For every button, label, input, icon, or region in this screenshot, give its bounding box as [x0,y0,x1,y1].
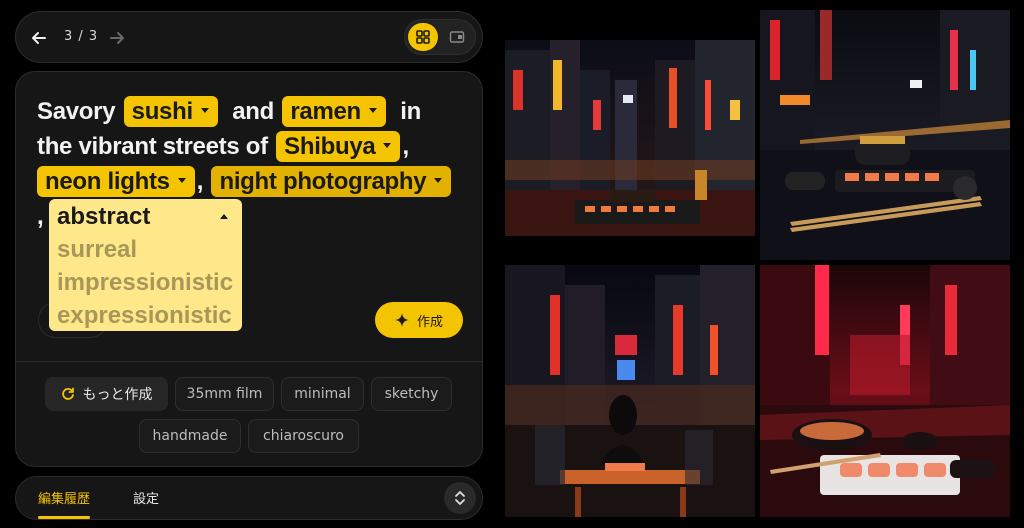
tab-settings[interactable]: 設定 [133,488,159,507]
generated-image-1[interactable] [505,40,755,236]
refresh-icon [61,387,74,400]
chip-sushi[interactable]: sushi [123,96,218,127]
suggestion-35mm-film[interactable]: 35mm film [175,377,274,411]
tab-history[interactable]: 編集履歴 [38,488,90,507]
prompt-word: Savory [37,98,116,125]
style-dropdown[interactable]: abstract surreal impressionistic express… [49,199,242,331]
dropdown-option-surreal[interactable]: surreal [57,233,242,266]
chevron-down-icon [383,143,392,149]
suggestion-sketchy[interactable]: sketchy [371,377,452,411]
generated-image-3[interactable] [505,265,755,517]
top-navigation-bar: 3 / 3 [15,11,483,63]
back-arrow-icon[interactable] [26,25,52,51]
expand-collapse-button[interactable] [444,482,476,514]
dropdown-selected-abstract[interactable]: abstract [57,200,242,233]
suggestion-handmade[interactable]: handmade [139,419,241,453]
more-create-button[interactable]: もっと作成 [45,377,168,411]
single-view-icon[interactable] [442,23,472,51]
chip-label: neon lights [45,168,170,195]
chevron-down-icon [434,178,443,184]
prompt-comma: , [402,133,409,160]
active-tab-indicator [38,516,90,519]
chip-label: ramen [290,98,361,125]
chevron-up-down-icon [455,491,465,505]
forward-arrow-icon[interactable] [104,25,130,51]
chevron-down-icon [177,178,186,184]
prompt-comma: , [196,168,204,195]
page-indicator: 3 / 3 [64,29,99,44]
chip-label: night photography [219,168,427,195]
prompt-word: the vibrant streets of [37,133,268,160]
chip-neon-lights[interactable]: neon lights [37,166,195,197]
view-mode-toggle [404,19,476,55]
chip-label: Shibuya [284,133,376,160]
chip-ramen[interactable]: ramen [282,96,386,127]
create-button-label: 作成 [416,314,443,330]
chip-night-photography[interactable]: night photography [211,166,452,197]
chevron-down-icon [200,108,209,114]
dropdown-option-impressionistic[interactable]: impressionistic [57,266,242,299]
dropdown-option-expressionistic[interactable]: expressionistic [57,299,242,332]
generated-image-2[interactable] [760,10,1010,260]
suggestion-minimal[interactable]: minimal [281,377,364,411]
chevron-up-icon [220,214,228,219]
dropdown-selected-label: abstract [57,203,151,230]
more-create-label: もっと作成 [82,387,153,403]
create-button[interactable]: 作成 [375,302,463,338]
prompt-word: and [232,98,274,125]
chip-label: sushi [131,98,193,125]
prompt-comma: , [37,203,44,230]
sparkle-icon [394,313,409,327]
suggestion-chiaroscuro[interactable]: chiaroscuro [248,419,359,453]
generated-image-4[interactable] [760,265,1010,517]
chevron-down-icon [368,108,377,114]
chip-shibuya[interactable]: Shibuya [276,131,401,162]
grid-view-icon[interactable] [408,23,438,51]
divider [16,361,482,362]
bottom-tab-bar: 編集履歴 設定 [15,476,483,520]
prompt-panel: Savory sushi and ramen in the vibrant st… [15,71,483,467]
prompt-word: in [400,98,422,125]
